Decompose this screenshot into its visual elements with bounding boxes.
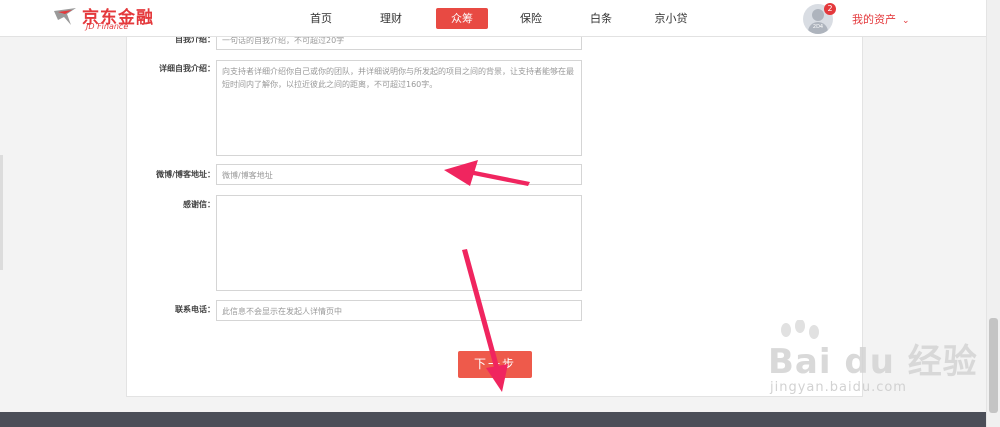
my-assets-menu[interactable]: 我的资产 ⌄ — [852, 11, 910, 27]
watermark-url: jingyan.baidu.com — [770, 380, 907, 395]
nav-baitiao[interactable]: 白条 — [576, 8, 626, 29]
avatar-head-shape — [812, 9, 824, 21]
phone-placeholder: 此信息不会显示在发起人详情页中 — [222, 307, 342, 316]
scrollbar-thumb[interactable] — [989, 318, 998, 413]
weibo-placeholder: 微博/博客地址 — [222, 171, 273, 180]
nav-insurance[interactable]: 保险 — [506, 8, 556, 29]
nav-wealth[interactable]: 理财 — [366, 8, 416, 29]
chevron-down-icon: ⌄ — [902, 16, 910, 26]
detail-intro-label: 详细自我介绍： — [159, 64, 215, 73]
page-footer — [0, 412, 986, 427]
nav-home[interactable]: 首页 — [296, 8, 346, 29]
logo-bird-icon — [54, 8, 76, 25]
logo-subtitle: JD Finance — [86, 22, 129, 31]
page-scrollbar[interactable] — [986, 0, 1000, 427]
thanks-textarea[interactable] — [216, 195, 582, 291]
short-intro-placeholder: 一句话的自我介绍，不可超过20字 — [222, 36, 345, 45]
thanks-label: 感谢信： — [183, 200, 215, 209]
weibo-label: 微博/博客地址： — [156, 170, 215, 179]
baidu-watermark: Bai du 经验 jingyan.baidu.com — [760, 320, 977, 410]
detail-intro-placeholder: 向支持者详细介绍你自己或你的团队，并详细说明你与所发起的项目之间的背景，让支持者… — [222, 67, 574, 89]
nav-jd-loan[interactable]: 京小贷 — [646, 8, 696, 29]
next-step-button[interactable]: 下一步 — [458, 351, 532, 378]
watermark-brand: Bai du 经验 — [768, 342, 978, 382]
left-edge-scroll — [0, 155, 3, 270]
nav-crowdfunding[interactable]: 众筹 — [436, 8, 488, 29]
phone-label: 联系电话： — [175, 305, 215, 314]
phone-input[interactable]: 此信息不会显示在发起人详情页中 — [216, 300, 582, 321]
top-header: 京东金融 JD Finance 首页 理财 众筹 保险 白条 京小贷 2D4 2… — [0, 0, 986, 37]
avatar-caption: 2D4 — [812, 24, 824, 30]
notification-badge: 2 — [824, 3, 836, 15]
weibo-input[interactable]: 微博/博客地址 — [216, 164, 582, 185]
my-assets-label: 我的资产 — [852, 13, 896, 26]
detail-intro-textarea[interactable]: 向支持者详细介绍你自己或你的团队，并详细说明你与所发起的项目之间的背景，让支持者… — [216, 60, 582, 156]
profile-form-card: 自我介绍： 一句话的自我介绍，不可超过20字 详细自我介绍： 向支持者详细介绍你… — [126, 0, 863, 397]
